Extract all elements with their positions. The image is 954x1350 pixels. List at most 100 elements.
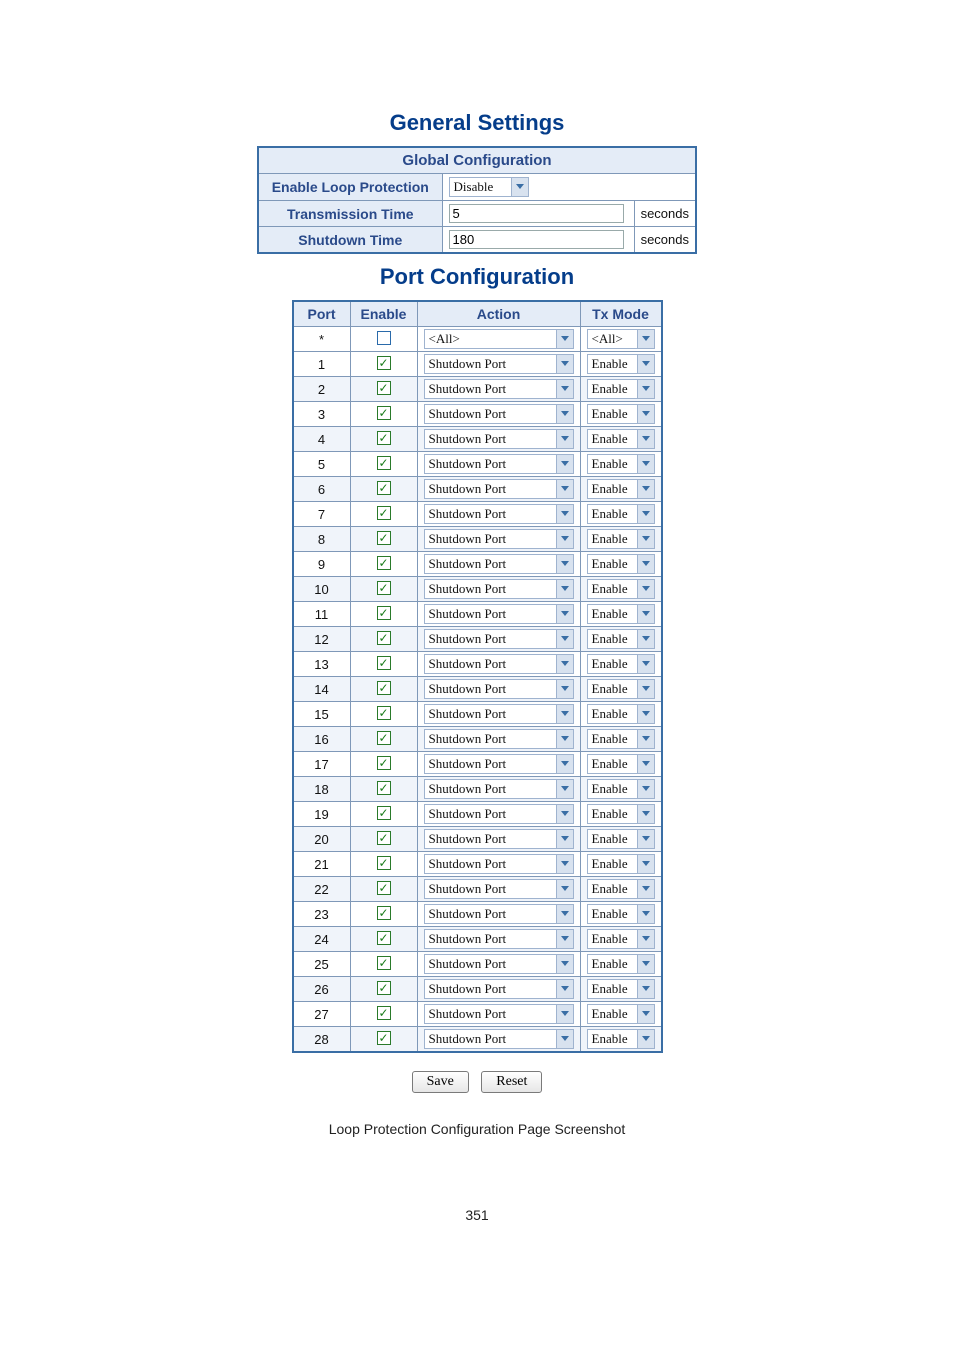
- action-port-select[interactable]: Shutdown Port: [424, 979, 574, 999]
- enable-checkbox[interactable]: ✓: [377, 656, 391, 670]
- action-port-select[interactable]: Shutdown Port: [424, 479, 574, 499]
- enable-checkbox[interactable]: ✓: [377, 981, 391, 995]
- shutdown-time-input[interactable]: [449, 230, 624, 249]
- txmode-port-select[interactable]: Enable: [587, 404, 655, 424]
- action-port-select[interactable]: Shutdown Port: [424, 354, 574, 374]
- txmode-port-select[interactable]: Enable: [587, 729, 655, 749]
- chevron-down-icon: [556, 530, 573, 548]
- port-row: 1✓Shutdown PortEnable: [293, 352, 662, 377]
- reset-button[interactable]: Reset: [481, 1071, 542, 1093]
- txmode-port-select[interactable]: Enable: [587, 904, 655, 924]
- enable-checkbox[interactable]: ✓: [377, 631, 391, 645]
- action-port-select[interactable]: Shutdown Port: [424, 854, 574, 874]
- action-port-select[interactable]: Shutdown Port: [424, 379, 574, 399]
- action-port-select[interactable]: Shutdown Port: [424, 954, 574, 974]
- chevron-down-icon: [637, 380, 654, 398]
- action-port-select[interactable]: Shutdown Port: [424, 654, 574, 674]
- action-port-select[interactable]: Shutdown Port: [424, 779, 574, 799]
- enable-checkbox[interactable]: ✓: [377, 806, 391, 820]
- action-port-select[interactable]: Shutdown Port: [424, 629, 574, 649]
- txmode-port-select[interactable]: Enable: [587, 379, 655, 399]
- txmode-port-select[interactable]: Enable: [587, 929, 655, 949]
- action-port-select[interactable]: Shutdown Port: [424, 529, 574, 549]
- txmode-port-select[interactable]: Enable: [587, 1004, 655, 1024]
- action-port-select[interactable]: Shutdown Port: [424, 704, 574, 724]
- enable-checkbox[interactable]: ✓: [377, 831, 391, 845]
- txmode-port-select[interactable]: Enable: [587, 954, 655, 974]
- action-port-select[interactable]: Shutdown Port: [424, 1004, 574, 1024]
- enable-checkbox[interactable]: ✓: [377, 531, 391, 545]
- enable-checkbox[interactable]: ✓: [377, 506, 391, 520]
- txmode-port-select[interactable]: Enable: [587, 679, 655, 699]
- txmode-port-select[interactable]: Enable: [587, 554, 655, 574]
- enable-checkbox[interactable]: ✓: [377, 856, 391, 870]
- enable-checkbox[interactable]: [377, 331, 391, 345]
- enable-checkbox[interactable]: ✓: [377, 356, 391, 370]
- action-port-select[interactable]: Shutdown Port: [424, 604, 574, 624]
- txmode-port-select[interactable]: Enable: [587, 779, 655, 799]
- txmode-port-select[interactable]: Enable: [587, 704, 655, 724]
- action-port-select[interactable]: Shutdown Port: [424, 729, 574, 749]
- txmode-port-select[interactable]: Enable: [587, 754, 655, 774]
- txmode-port-select[interactable]: Enable: [587, 879, 655, 899]
- txmode-port-select[interactable]: Enable: [587, 579, 655, 599]
- chevron-down-icon: [511, 178, 528, 196]
- action-port-select[interactable]: Shutdown Port: [424, 929, 574, 949]
- enable-checkbox[interactable]: ✓: [377, 431, 391, 445]
- action-port-select[interactable]: Shutdown Port: [424, 754, 574, 774]
- txmode-all-select[interactable]: <All>: [587, 329, 655, 349]
- action-port-select[interactable]: Shutdown Port: [424, 579, 574, 599]
- action-port-select[interactable]: Shutdown Port: [424, 429, 574, 449]
- enable-checkbox[interactable]: ✓: [377, 906, 391, 920]
- enable-checkbox[interactable]: ✓: [377, 706, 391, 720]
- enable-checkbox[interactable]: ✓: [377, 931, 391, 945]
- enable-checkbox[interactable]: ✓: [377, 731, 391, 745]
- enable-checkbox[interactable]: ✓: [377, 756, 391, 770]
- enable-checkbox[interactable]: ✓: [377, 781, 391, 795]
- txmode-port-select[interactable]: Enable: [587, 604, 655, 624]
- port-config-table: Port Enable Action Tx Mode *<All><All>1✓…: [292, 300, 663, 1053]
- enable-loop-protection-select[interactable]: Disable: [449, 177, 529, 197]
- enable-checkbox[interactable]: ✓: [377, 881, 391, 895]
- action-port-select[interactable]: Shutdown Port: [424, 454, 574, 474]
- txmode-port-select[interactable]: Enable: [587, 654, 655, 674]
- enable-checkbox[interactable]: ✓: [377, 1031, 391, 1045]
- port-row: 9✓Shutdown PortEnable: [293, 552, 662, 577]
- action-port-select[interactable]: Shutdown Port: [424, 904, 574, 924]
- enable-checkbox[interactable]: ✓: [377, 456, 391, 470]
- save-button[interactable]: Save: [412, 1071, 469, 1093]
- transmission-time-input[interactable]: [449, 204, 624, 223]
- chevron-down-icon: [637, 955, 654, 973]
- enable-checkbox[interactable]: ✓: [377, 1006, 391, 1020]
- enable-checkbox[interactable]: ✓: [377, 606, 391, 620]
- txmode-port-select[interactable]: Enable: [587, 529, 655, 549]
- action-port-select[interactable]: Shutdown Port: [424, 504, 574, 524]
- txmode-port-select[interactable]: Enable: [587, 1029, 655, 1049]
- txmode-port-select[interactable]: Enable: [587, 804, 655, 824]
- txmode-port-select[interactable]: Enable: [587, 979, 655, 999]
- action-port-select[interactable]: Shutdown Port: [424, 554, 574, 574]
- enable-checkbox[interactable]: ✓: [377, 406, 391, 420]
- txmode-port-select[interactable]: Enable: [587, 504, 655, 524]
- txmode-port-select[interactable]: Enable: [587, 479, 655, 499]
- txmode-port-select[interactable]: Enable: [587, 429, 655, 449]
- action-port-select[interactable]: Shutdown Port: [424, 879, 574, 899]
- txmode-port-select[interactable]: Enable: [587, 354, 655, 374]
- action-all-select[interactable]: <All>: [424, 329, 574, 349]
- enable-checkbox[interactable]: ✓: [377, 556, 391, 570]
- action-port-select[interactable]: Shutdown Port: [424, 804, 574, 824]
- chevron-down-icon: [556, 730, 573, 748]
- enable-checkbox[interactable]: ✓: [377, 481, 391, 495]
- txmode-port-select[interactable]: Enable: [587, 454, 655, 474]
- txmode-port-select[interactable]: Enable: [587, 854, 655, 874]
- enable-checkbox[interactable]: ✓: [377, 381, 391, 395]
- txmode-port-select[interactable]: Enable: [587, 629, 655, 649]
- txmode-port-select[interactable]: Enable: [587, 829, 655, 849]
- enable-checkbox[interactable]: ✓: [377, 581, 391, 595]
- enable-checkbox[interactable]: ✓: [377, 681, 391, 695]
- action-port-select[interactable]: Shutdown Port: [424, 679, 574, 699]
- action-port-select[interactable]: Shutdown Port: [424, 1029, 574, 1049]
- enable-checkbox[interactable]: ✓: [377, 956, 391, 970]
- action-port-select[interactable]: Shutdown Port: [424, 404, 574, 424]
- action-port-select[interactable]: Shutdown Port: [424, 829, 574, 849]
